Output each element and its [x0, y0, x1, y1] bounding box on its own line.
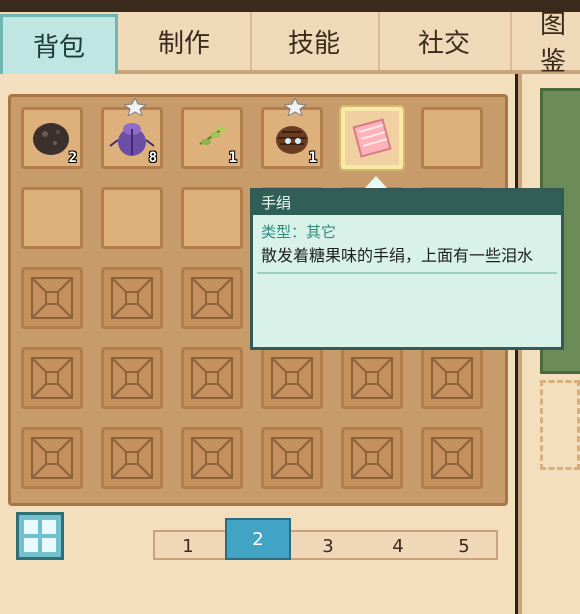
locked-slot-icon	[271, 437, 313, 479]
inventory-slot[interactable]	[21, 187, 83, 249]
grid-layout-button[interactable]	[16, 512, 64, 560]
locked-slot-icon	[191, 357, 233, 399]
locked-slot	[341, 347, 403, 409]
item-count: 2	[68, 150, 77, 166]
tab-skills[interactable]: 技能	[250, 12, 380, 70]
locked-slot	[341, 427, 403, 489]
tooltip-description: 散发着糖果味的手绢，上面有一些泪水	[261, 246, 534, 265]
locked-slot-icon	[111, 357, 153, 399]
locked-slot-icon	[351, 437, 393, 479]
page-button-5[interactable]: 5	[431, 532, 497, 560]
inventory-slot-selected[interactable]	[341, 107, 403, 169]
locked-slot-icon	[191, 277, 233, 319]
locked-slot	[421, 427, 483, 489]
inventory-slot[interactable]: 8	[101, 98, 163, 169]
tab-craft[interactable]: 制作	[118, 12, 252, 70]
tooltip-type: 类型：其它	[261, 223, 337, 241]
page-selector: 1 2 3 4 5	[153, 518, 498, 560]
locked-slot-icon	[111, 437, 153, 479]
pin-icon	[284, 98, 306, 116]
tab-bar: 背包 制作 技能 社交 图鉴	[0, 10, 580, 77]
inventory-slot[interactable]	[421, 107, 483, 169]
inventory-slot[interactable]	[101, 187, 163, 249]
grid-layout-icon	[24, 520, 56, 552]
item-count: 1	[228, 150, 237, 166]
inventory-slot[interactable]: 1	[261, 98, 323, 169]
inventory-slot[interactable]: 1	[181, 107, 243, 169]
inventory-slot[interactable]: 2	[21, 107, 83, 169]
tooltip-title: 手绢	[253, 191, 561, 215]
locked-slot	[421, 347, 483, 409]
inventory-slot[interactable]	[181, 187, 243, 249]
locked-slot-icon	[111, 277, 153, 319]
page-button-4[interactable]: 4	[365, 532, 431, 560]
locked-slot-icon	[31, 437, 73, 479]
locked-slot	[101, 427, 163, 489]
handkerchief-icon	[352, 118, 392, 158]
page-button-2[interactable]: 2	[225, 518, 291, 560]
tab-social[interactable]: 社交	[378, 12, 512, 70]
item-count: 8	[148, 150, 157, 166]
locked-slot-icon	[271, 357, 313, 399]
tab-bag[interactable]: 背包	[0, 14, 118, 74]
page-button-3[interactable]: 3	[295, 532, 361, 560]
locked-slot	[181, 267, 243, 329]
locked-slot	[261, 347, 323, 409]
locked-slot	[21, 347, 83, 409]
locked-slot-icon	[31, 277, 73, 319]
locked-slot	[181, 427, 243, 489]
locked-slot-icon	[351, 357, 393, 399]
equipment-slot[interactable]	[540, 380, 580, 470]
locked-slot-icon	[31, 357, 73, 399]
locked-slot	[101, 267, 163, 329]
top-strip	[0, 0, 580, 12]
bottom-strip	[0, 598, 515, 614]
locked-slot-icon	[431, 357, 473, 399]
locked-slot	[181, 347, 243, 409]
pin-icon	[124, 98, 146, 116]
locked-slot-icon	[431, 437, 473, 479]
locked-slot-icon	[191, 437, 233, 479]
locked-slot	[21, 427, 83, 489]
locked-slot	[101, 347, 163, 409]
locked-slot	[261, 427, 323, 489]
item-count: 1	[308, 150, 317, 166]
locked-slot	[21, 267, 83, 329]
tooltip-divider	[257, 272, 557, 274]
item-tooltip: 手绢 类型：其它 散发着糖果味的手绢，上面有一些泪水	[250, 188, 564, 350]
tab-codex[interactable]: 图鉴	[510, 10, 580, 77]
page-button-1[interactable]: 1	[155, 532, 221, 560]
